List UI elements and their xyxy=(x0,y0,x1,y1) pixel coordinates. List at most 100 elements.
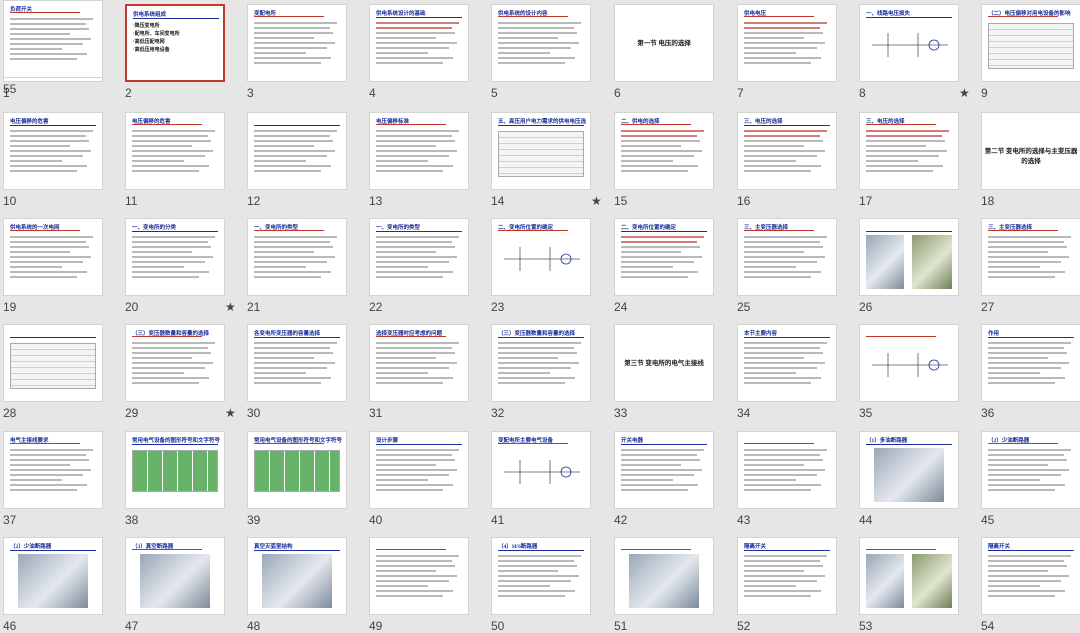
slide-title: 一、线路电压损失 xyxy=(866,11,911,17)
slide-thumbnail[interactable]: 第一节 电压的选择 xyxy=(614,4,714,82)
slide-thumbnail[interactable]: 供电系统的一次电网 xyxy=(3,218,103,296)
text-line xyxy=(744,555,827,557)
text-line xyxy=(744,130,827,132)
slide-thumbnail[interactable]: 供电系统的设计内容 xyxy=(491,4,591,82)
slide-number: 51 xyxy=(614,619,628,633)
text-line xyxy=(744,256,825,258)
slide-thumbnail[interactable]: 二、变电所位置的确定 xyxy=(614,218,714,296)
slide-thumbnail[interactable] xyxy=(859,537,959,615)
slide-thumbnail[interactable]: 设计步骤 xyxy=(369,431,469,509)
slide-thumbnail[interactable]: 第三节 变电所的电气主接线 xyxy=(614,324,714,402)
slide-thumbnail[interactable] xyxy=(737,431,837,509)
slide-thumbnail[interactable]: 供电系统设计的基础 xyxy=(369,4,469,82)
slide-thumbnail[interactable]: 电气主接线要求 xyxy=(3,431,103,509)
slide-thumbnail[interactable]: （1）多油断路器 xyxy=(859,431,959,509)
slide-thumbnail[interactable]: 隔离开关 xyxy=(737,537,837,615)
slide-text-block xyxy=(254,130,340,175)
slide-number: 47 xyxy=(125,619,139,633)
text-line xyxy=(498,377,576,379)
text-line xyxy=(254,251,315,253)
slide-symbol-table xyxy=(132,450,218,492)
slide-number: 25 xyxy=(737,300,751,314)
text-line xyxy=(10,23,86,25)
title-underline xyxy=(132,124,202,125)
text-line xyxy=(744,160,796,162)
title-underline xyxy=(744,230,814,231)
slide-thumbnail[interactable]: 三、主变压器选择 xyxy=(737,218,837,296)
slide-thumbnail[interactable]: 变配电所 xyxy=(247,4,347,82)
slide-thumbnail[interactable]: 作用 xyxy=(981,324,1080,402)
slide-thumbnail[interactable]: 第二节 变电所的选择与主变压器的选择 xyxy=(981,112,1080,190)
slide-thumbnail[interactable] xyxy=(859,218,959,296)
slide-thumbnail[interactable]: 二、供电的选择 xyxy=(614,112,714,190)
slide-number: 33 xyxy=(614,406,628,420)
slide-thumbnail[interactable]: 三、电压的选择 xyxy=(859,112,959,190)
slide-thumbnail[interactable]: 变配电所主要电气设备 xyxy=(491,431,591,509)
slide-thumbnail[interactable]: 电压偏移的危害 xyxy=(3,112,103,190)
text-line xyxy=(254,352,334,354)
slide-thumbnail[interactable]: 本节主要内容 xyxy=(737,324,837,402)
title-underline xyxy=(376,336,446,337)
slide-thumbnail[interactable]: 各变电所变压器的容量选择 xyxy=(247,324,347,402)
slide-number: 34 xyxy=(737,406,751,420)
slide-thumbnail[interactable]: 负荷开关 xyxy=(3,0,103,78)
slide-thumbnail[interactable]: 常用电气设备的图形符号和文字符号 xyxy=(247,431,347,509)
slide-thumbnail[interactable]: 三、主变压器选择 xyxy=(981,218,1080,296)
title-underline xyxy=(254,125,340,126)
text-line xyxy=(10,489,78,491)
slide-thumbnail[interactable]: 电压偏移标准 xyxy=(369,112,469,190)
slide-thumbnail[interactable] xyxy=(3,324,103,402)
slide-thumbnail[interactable]: 供电电压 xyxy=(737,4,837,82)
slide-thumbnail[interactable]: 二、变电所位置的确定 xyxy=(491,218,591,296)
slide-number: 3 xyxy=(247,86,254,100)
slide-thumbnail[interactable] xyxy=(369,537,469,615)
title-underline xyxy=(988,16,1058,17)
slide-thumbnail[interactable]: 开关电器 xyxy=(614,431,714,509)
title-underline xyxy=(10,337,96,338)
slide-number: 8 xyxy=(859,86,866,100)
slide-thumbnail[interactable]: 供电系统组成 ·降压变电所 ·配电所、车间变电所 ·高低压配电网 ·高低压用电设备 xyxy=(125,4,225,82)
text-line xyxy=(744,246,824,248)
slide-text-block xyxy=(254,22,340,67)
slide-thumbnail[interactable]: 选择变压器时应考虑的问题 xyxy=(369,324,469,402)
text-line xyxy=(621,130,704,132)
slide-number: 35 xyxy=(859,406,873,420)
slide-thumbnail[interactable]: 常用电气设备的图形符号和文字符号 xyxy=(125,431,225,509)
slide-thumbnail[interactable]: （三）变压器数量和容量的选择 xyxy=(491,324,591,402)
text-line xyxy=(498,22,581,24)
slide-thumbnail[interactable]: 电压偏移的危害 xyxy=(125,112,225,190)
slide-text-block xyxy=(10,18,96,63)
slide-thumbnail[interactable]: 三、电压的选择 xyxy=(737,112,837,190)
text-line xyxy=(744,150,825,152)
text-line xyxy=(621,449,704,451)
slide-thumbnail[interactable]: （3）真空断路器 xyxy=(125,537,225,615)
slide-thumbnail[interactable]: 五、高压用户电力需求的供电电压选择 xyxy=(491,112,591,190)
title-underline xyxy=(498,443,568,444)
slide-thumbnail[interactable] xyxy=(859,324,959,402)
slide-number: 26 xyxy=(859,300,873,314)
slide-thumbnail[interactable]: （三）变压器数量和容量的选择 xyxy=(125,324,225,402)
title-underline xyxy=(621,549,691,550)
slide-thumbnail[interactable]: 一、线路电压损失 xyxy=(859,4,959,82)
slide-thumbnail[interactable] xyxy=(247,112,347,190)
text-line xyxy=(376,145,437,147)
slide-thumbnail[interactable]: 隔离开关 xyxy=(981,537,1080,615)
slide-thumbnail[interactable]: （4）SF6断路器 xyxy=(491,537,591,615)
slide-text-block xyxy=(376,555,462,600)
slide-title: 设计步骤 xyxy=(376,438,399,444)
slide-thumbnail[interactable]: 一、变电所的类型 xyxy=(247,218,347,296)
slide-thumbnail[interactable] xyxy=(614,537,714,615)
slide-thumbnail[interactable]: （二）电压偏移对用电设备的影响 xyxy=(981,4,1080,82)
text-line xyxy=(498,560,574,562)
slide-thumbnail[interactable]: 真空灭弧室结构 xyxy=(247,537,347,615)
text-line xyxy=(254,170,322,172)
text-line xyxy=(744,459,824,461)
slide-number: 12 xyxy=(247,194,261,208)
slide-number: 43 xyxy=(737,513,751,527)
slide-thumbnail[interactable]: （2）少油断路器 xyxy=(3,537,103,615)
text-line xyxy=(744,62,812,64)
slide-thumbnail[interactable]: 一、变电所的分类 xyxy=(125,218,225,296)
slide-thumbnail[interactable]: （2）少油断路器 xyxy=(981,431,1080,509)
title-underline xyxy=(866,17,952,18)
slide-thumbnail[interactable]: 一、变电所的类型 xyxy=(369,218,469,296)
